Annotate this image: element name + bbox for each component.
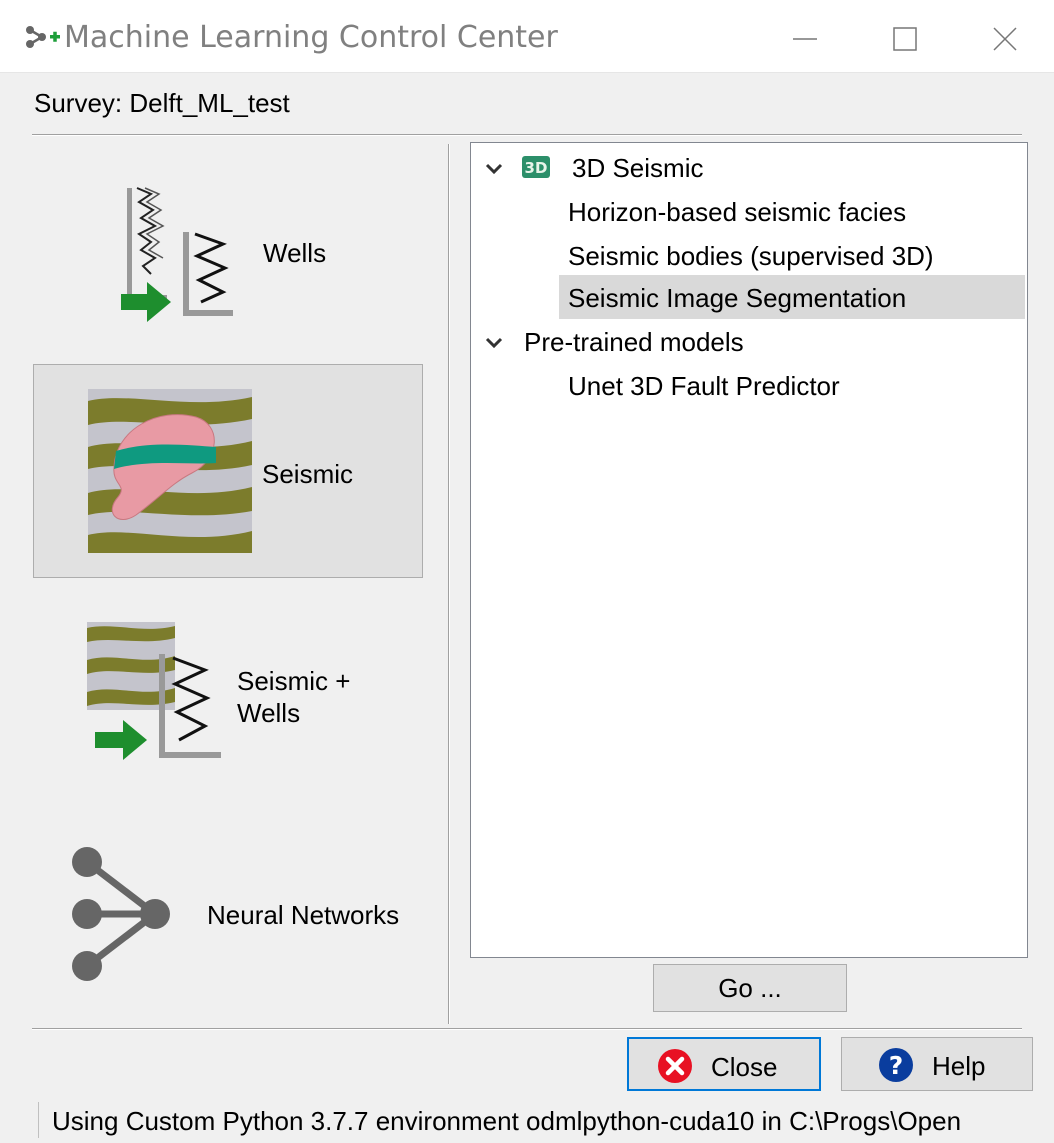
- tree-item-unet-fault[interactable]: Unet 3D Fault Predictor: [568, 365, 840, 407]
- neural-network-icon: [72, 847, 170, 981]
- seismic-wells-icon: [87, 622, 221, 760]
- title-bar: Machine Learning Control Center: [0, 0, 1054, 73]
- status-divider: [38, 1102, 39, 1138]
- category-seismic[interactable]: Seismic: [33, 364, 423, 578]
- tree-group-pretrained[interactable]: Pre-trained models: [524, 321, 744, 363]
- minimize-icon: [793, 38, 817, 40]
- wells-log-icon: [121, 187, 233, 322]
- close-icon: [993, 27, 1017, 51]
- maximize-icon: [893, 27, 917, 51]
- category-label-seismic: Seismic: [262, 459, 354, 489]
- network-plus-icon: [24, 24, 64, 56]
- chevron-down-icon[interactable]: [485, 163, 503, 175]
- window-title: Machine Learning Control Center: [64, 20, 558, 55]
- svg-text:3D: 3D: [525, 159, 548, 177]
- go-button[interactable]: Go ...: [653, 964, 847, 1012]
- status-text: Using Custom Python 3.7.7 environment od…: [52, 1106, 962, 1136]
- tree-item-seismic-bodies[interactable]: Seismic bodies (supervised 3D): [568, 235, 934, 277]
- 3d-cube-icon: 3D: [522, 156, 550, 178]
- close-button-label: Close: [711, 1052, 778, 1082]
- category-wells[interactable]: Wells: [33, 148, 423, 362]
- tree-group-3d-seismic[interactable]: 3D Seismic: [572, 147, 703, 189]
- category-label-neural-networks: Neural Networks: [207, 900, 400, 930]
- svg-text:?: ?: [889, 1051, 904, 1080]
- tree-item-horizon-facies[interactable]: Horizon-based seismic facies: [568, 191, 906, 233]
- help-button[interactable]: ? Help: [841, 1037, 1033, 1091]
- close-circle-icon: [658, 1049, 692, 1083]
- tree-item-image-segmentation[interactable]: Seismic Image Segmentation: [568, 277, 906, 319]
- category-neural-networks[interactable]: Neural Networks: [33, 796, 423, 1010]
- divider: [32, 134, 1022, 136]
- chevron-down-icon[interactable]: [485, 337, 503, 349]
- vertical-divider: [448, 144, 450, 1024]
- seismic-body-icon: [88, 389, 252, 553]
- category-label-seismic-wells-2: Wells: [237, 698, 301, 728]
- close-button[interactable]: Close: [627, 1037, 821, 1091]
- survey-label: Survey: Delft_ML_test: [34, 88, 290, 118]
- model-tree[interactable]: 3D 3D Seismic Horizon-based seismic faci…: [470, 142, 1028, 958]
- divider: [32, 1028, 1022, 1030]
- category-seismic-wells[interactable]: Seismic + Wells: [33, 580, 423, 794]
- category-label-seismic-wells-1: Seismic +: [237, 666, 351, 696]
- help-button-label: Help: [932, 1051, 986, 1081]
- category-label-wells: Wells: [263, 238, 327, 268]
- help-icon: ?: [879, 1048, 913, 1082]
- window-close-button[interactable]: [976, 14, 1036, 62]
- maximize-button[interactable]: [876, 14, 936, 62]
- minimize-button[interactable]: [776, 14, 836, 62]
